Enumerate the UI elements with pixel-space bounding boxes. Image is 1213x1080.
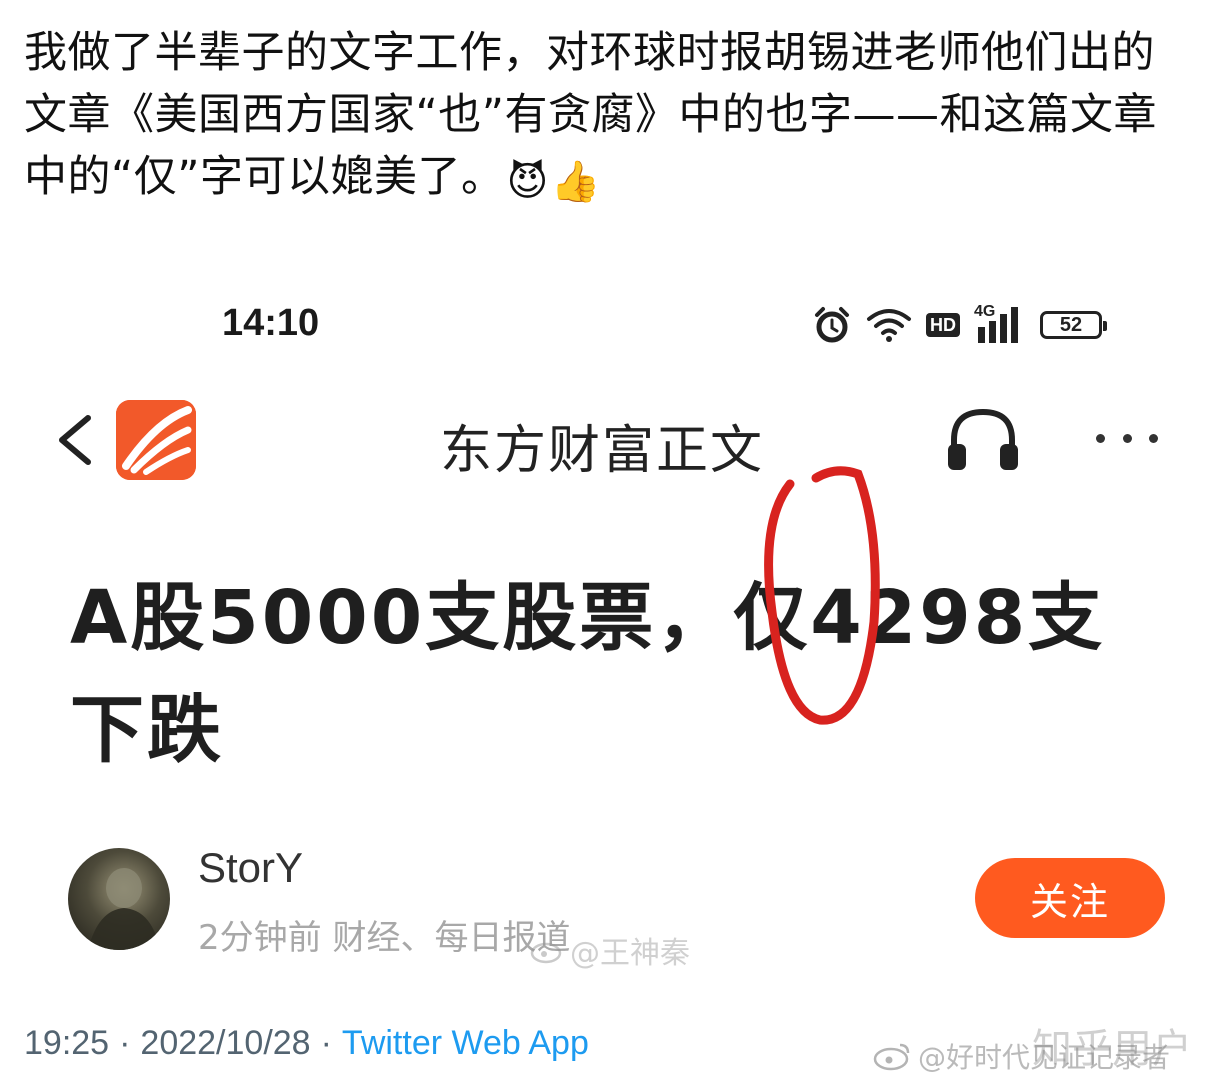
status-time: 14:10 [222,302,320,344]
author-name[interactable]: StorY [198,844,303,892]
eastmoney-logo-icon [116,400,196,480]
separator: · [320,1024,332,1062]
devil-emoji-icon: 😈 [506,159,549,205]
weibo-logo-icon [873,1043,910,1071]
article-headline: A股5000支股票，仅4298支下跌 [70,575,1106,773]
tweet-time: 19:25 [24,1024,110,1062]
weibo-logo-icon [530,942,562,964]
battery-indicator: 52 [1040,311,1107,339]
weibo-watermark-text: @好时代见证记录者 [918,1041,1171,1074]
more-options-button[interactable] [1096,420,1158,456]
weibo-watermark: @好时代见证记录者 [872,1036,1170,1076]
alarm-icon [815,307,849,343]
status-bar: 14:10 HD 4G 52 [0,300,1213,350]
bottom-watermark: 知乎用户 @好时代见证记录者 [872,1024,1202,1080]
inner-watermark: @王神秦 [530,928,690,972]
tweet-date: 2022/10/28 [140,1024,311,1062]
tweet-source-link[interactable]: Twitter Web App [342,1024,589,1063]
more-dot-icon [1122,433,1132,443]
headphones-icon[interactable] [944,404,1022,474]
author-avatar[interactable] [68,848,170,950]
hd-badge: HD [926,313,960,337]
inner-watermark-text: @王神秦 [570,936,690,971]
wifi-icon [867,309,911,342]
nav-bar: 东方财富正文 [0,390,1213,490]
author-meta: 2分钟前 财经、每日报道 [198,918,571,958]
tweet-text: 我做了半辈子的文字工作，对环球时报胡锡进老师他们出的文章《美国西方国家“也”有贪… [24,22,1194,213]
thumbs-up-emoji-icon: 👍 [550,159,602,205]
more-dot-icon [1149,433,1158,443]
signal-bars-icon [978,307,1018,343]
more-dot-icon [1096,433,1105,443]
cellular-signal: 4G [974,303,1026,345]
embedded-screenshot: 14:10 HD 4G 52 东方财富正文 A股5000支股票，仅4298支下跌… [0,270,1213,990]
nav-title: 东方财富正文 [440,421,765,481]
separator: · [119,1024,131,1062]
tweet-footer: 19:25 · 2022/10/28 · Twitter Web App [24,1024,589,1063]
follow-button[interactable]: 关注 [975,858,1165,938]
battery-level: 52 [1059,313,1083,336]
back-arrow-icon[interactable] [50,412,100,468]
avatar-image-icon [88,868,160,950]
app-logo[interactable] [116,400,196,480]
status-icons: HD 4G 52 [812,302,1107,348]
